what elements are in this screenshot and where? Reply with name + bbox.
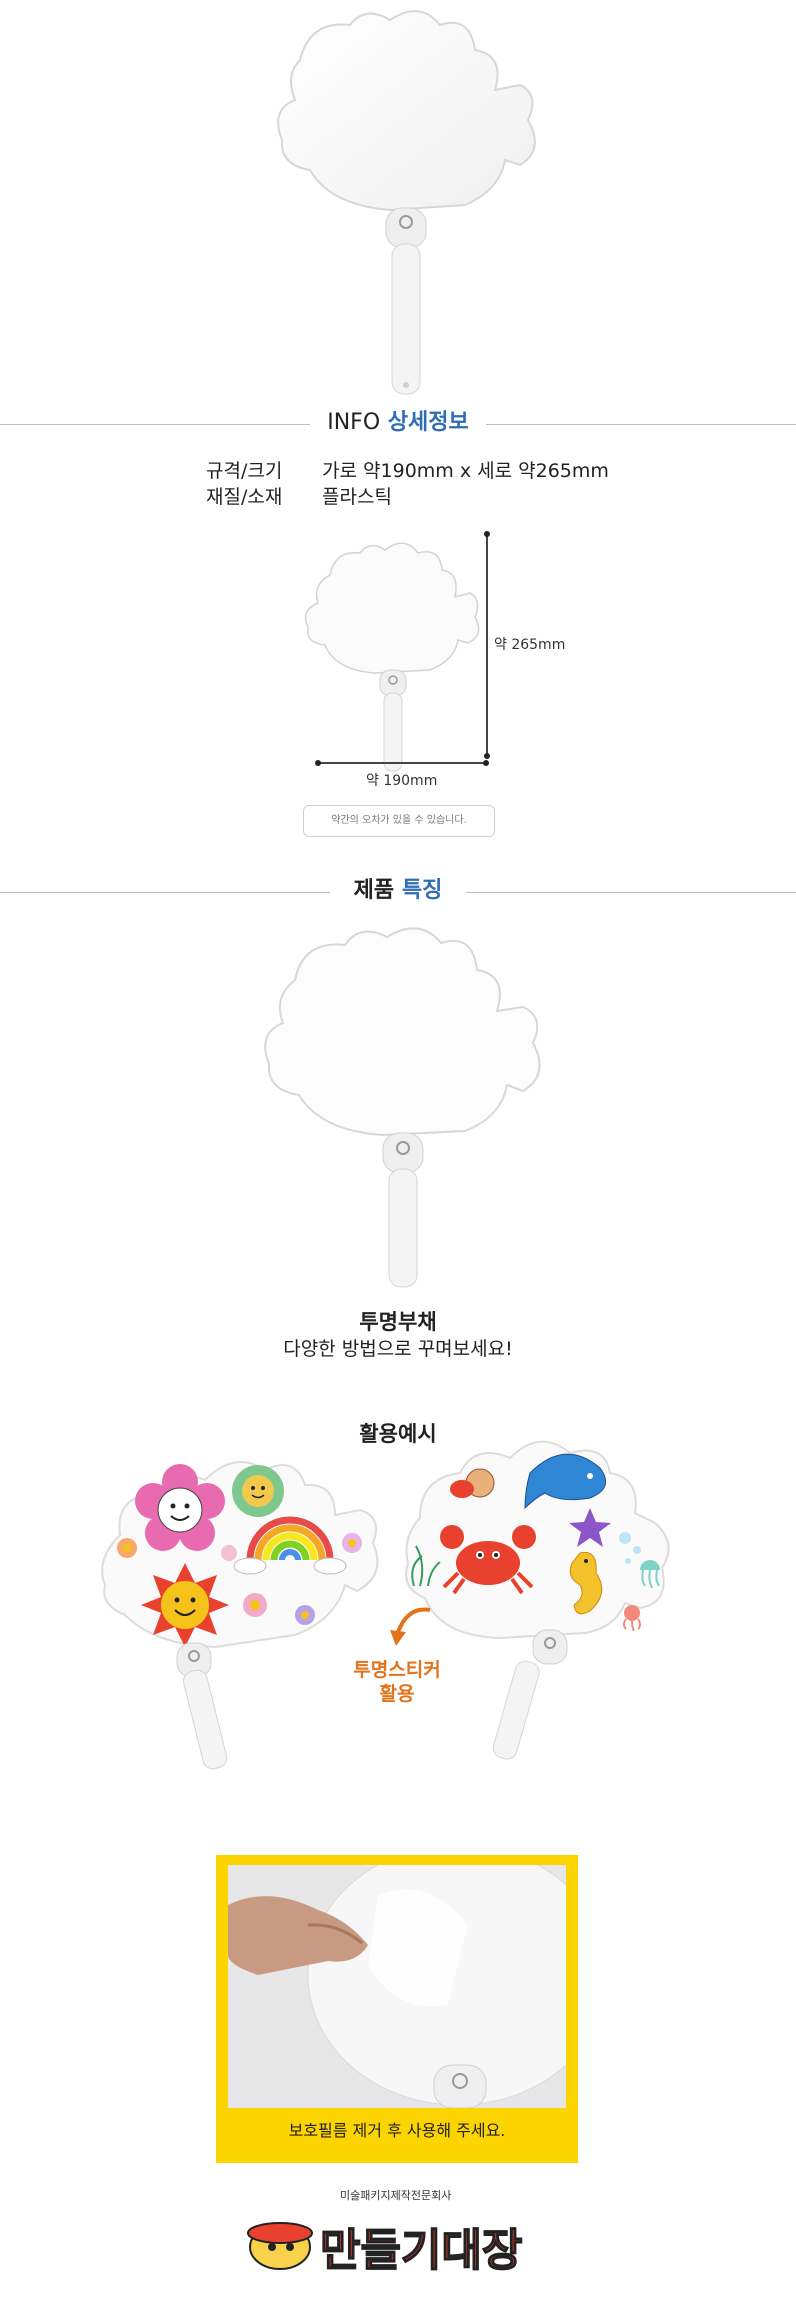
width-dimension-label: 약 190mm: [366, 773, 438, 789]
width-dimension-line: [318, 762, 486, 764]
photo-caption: 보호필름 제거 후 사용해 주세요.: [288, 2121, 506, 2140]
feature-item-title: 투명부채: [359, 1310, 437, 1334]
feature-fan-image: [255, 915, 555, 1295]
tolerance-note: 약간의 오차가 있을 수 있습니다.: [303, 805, 495, 837]
sticker-usage-label: 투명스티커 활용: [353, 1659, 441, 1705]
photo-image: [228, 1865, 566, 2108]
height-dim-dot-bottom: [484, 753, 490, 759]
height-dim-dot-top: [484, 531, 490, 537]
width-dim-dot-left: [315, 760, 321, 766]
svg-text:만들기대장: 만들기대장: [320, 2225, 522, 2276]
spec-key-material: 재질/소재: [206, 486, 283, 508]
width-dim-dot-right: [483, 760, 489, 766]
info-section-title: INFO 상세정보: [327, 410, 469, 435]
usage-example-flowers-fan: [95, 1425, 385, 1815]
spec-row-material: 재질/소재 플라스틱: [206, 484, 392, 510]
top-fan-image: [270, 0, 550, 400]
height-dimension-label: 약 265mm: [494, 637, 566, 653]
brand-logo: 미술패키지제작전문회사 만들기대장: [240, 2185, 560, 2285]
feature-item-subtitle: 다양한 방법으로 꾸며보세요!: [283, 1338, 513, 1360]
spec-value-size: 가로 약190mm x 세로 약265mm: [322, 460, 609, 482]
spec-row-size: 규격/크기 가로 약190mm x 세로 약265mm: [206, 458, 609, 484]
spec-key-size: 규격/크기: [206, 460, 283, 482]
sticker-arrow-icon: [380, 1600, 440, 1655]
dimension-diagram: [300, 525, 500, 775]
usage-example-sea-fan: [400, 1418, 690, 1808]
features-section-title: 제품 특징: [353, 878, 443, 903]
spec-value-material: 플라스틱: [322, 486, 392, 508]
protective-film-photo: 보호필름 제거 후 사용해 주세요.: [216, 1855, 578, 2163]
height-dimension-line: [486, 534, 488, 756]
